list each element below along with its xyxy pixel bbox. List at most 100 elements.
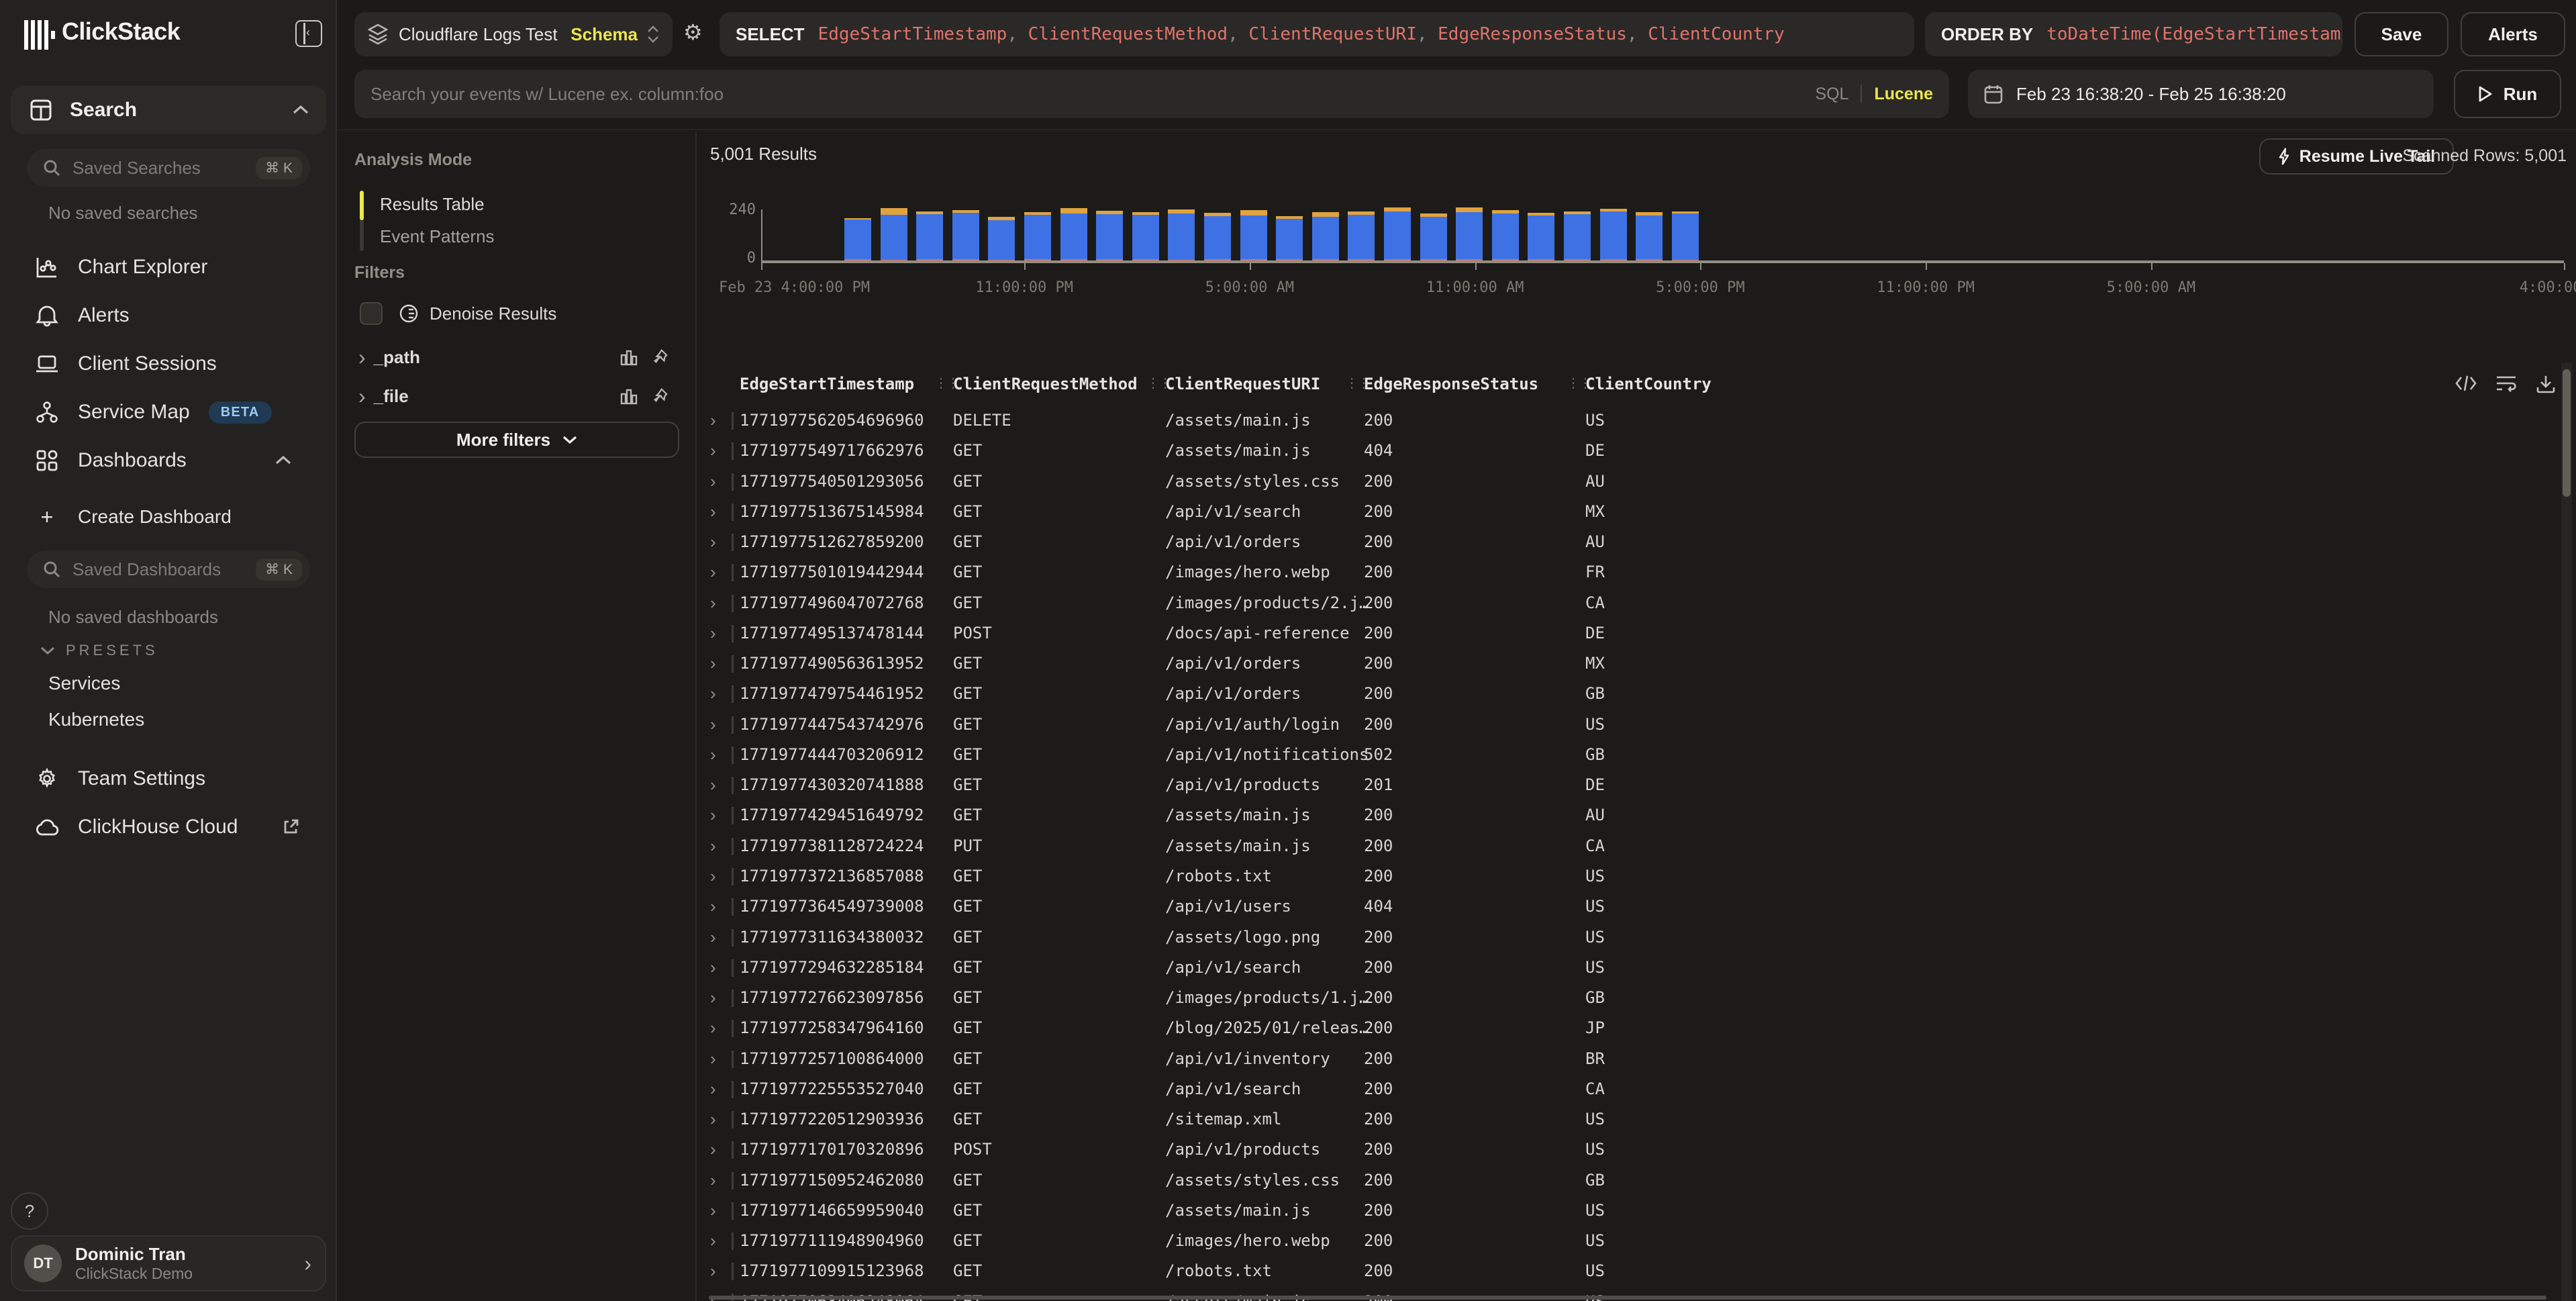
table-row[interactable]: › 1771977490563613952 GET /api/v1/orders…	[697, 650, 2555, 680]
expand-row-icon[interactable]: ›	[710, 867, 716, 885]
expand-row-icon[interactable]: ›	[710, 593, 716, 612]
table-row[interactable]: › 1771977429451649792 GET /assets/main.j…	[697, 802, 2555, 832]
expand-row-icon[interactable]: ›	[710, 836, 716, 855]
source-selector[interactable]: Cloudflare Logs Test Schema	[354, 12, 673, 56]
sql-toggle[interactable]: SQL	[1815, 85, 1848, 104]
expand-row-icon[interactable]: ›	[710, 684, 716, 703]
expand-row-icon[interactable]: ›	[710, 1018, 716, 1037]
table-row[interactable]: › 1771977513675145984 GET /api/v1/search…	[697, 498, 2555, 528]
expand-row-icon[interactable]: ›	[710, 715, 716, 734]
source-settings-gear-icon[interactable]: ⚙	[683, 19, 703, 46]
expand-row-icon[interactable]: ›	[710, 624, 716, 642]
table-row[interactable]: › 1771977225553527040 GET /api/v1/search…	[697, 1075, 2555, 1106]
lucene-toggle[interactable]: Lucene	[1874, 85, 1933, 104]
expand-row-icon[interactable]: ›	[710, 1171, 716, 1190]
expand-row-icon[interactable]: ›	[710, 897, 716, 916]
col-header-method[interactable]: ClientRequestMethod	[953, 375, 1138, 393]
table-row[interactable]: › 1771977496047072768 GET /images/produc…	[697, 589, 2555, 620]
expand-row-icon[interactable]: ›	[710, 1079, 716, 1098]
sidebar-item-alerts[interactable]: Alerts	[0, 295, 337, 336]
expand-row-icon[interactable]: ›	[710, 563, 716, 581]
expand-row-icon[interactable]: ›	[710, 988, 716, 1007]
table-row[interactable]: › 1771977257100864000 GET /api/v1/invent…	[697, 1045, 2555, 1075]
vertical-scrollbar[interactable]	[2561, 363, 2572, 1301]
expand-row-icon[interactable]: ›	[710, 1231, 716, 1250]
user-menu[interactable]: DT Dominic Tran ClickStack Demo ›	[11, 1235, 326, 1292]
table-row[interactable]: › 1771977549717662976 GET /assets/main.j…	[697, 437, 2555, 467]
col-header-uri[interactable]: ClientRequestURI	[1165, 375, 1320, 393]
expand-row-icon[interactable]: ›	[710, 411, 716, 430]
table-row[interactable]: › 1771977111948904960 GET /images/hero.w…	[697, 1227, 2555, 1257]
table-row[interactable]: › 1771977430320741888 GET /api/v1/produc…	[697, 771, 2555, 802]
sidebar-item-service-map[interactable]: Service Map BETA	[0, 392, 337, 432]
table-row[interactable]: › 1771977495137478144 POST /docs/api-ref…	[697, 620, 2555, 650]
expand-row-icon[interactable]: ›	[710, 1201, 716, 1220]
col-header-status[interactable]: EdgeResponseStatus	[1364, 375, 1538, 393]
chevron-up-icon[interactable]	[293, 105, 309, 115]
bar-chart-icon[interactable]	[620, 348, 638, 366]
expand-row-icon[interactable]: ›	[710, 1049, 716, 1068]
table-row[interactable]: › 1771977311634380032 GET /assets/logo.p…	[697, 924, 2555, 954]
more-filters-button[interactable]: More filters	[354, 422, 679, 458]
expand-row-icon[interactable]: ›	[710, 1110, 716, 1128]
pin-icon[interactable]	[652, 387, 670, 405]
table-row[interactable]: › 1771977258347964160 GET /blog/2025/01/…	[697, 1014, 2555, 1045]
table-row[interactable]: › 1771977381128724224 PUT /assets/main.j…	[697, 832, 2555, 863]
expand-row-icon[interactable]: ›	[710, 532, 716, 551]
orderby-clause[interactable]: ORDER BY toDateTime(EdgeStartTimestamp /	[1925, 12, 2342, 56]
table-row[interactable]: › 1771977447543742976 GET /api/v1/auth/l…	[697, 711, 2555, 741]
sidebar-item-search[interactable]: Search	[11, 86, 326, 134]
presets-toggle[interactable]: PRESETS	[40, 642, 158, 659]
table-row[interactable]: › 1771977220512903936 GET /sitemap.xml 2…	[697, 1106, 2555, 1136]
expand-row-icon[interactable]: ›	[710, 958, 716, 977]
filter-field-path[interactable]: › _path	[337, 342, 697, 372]
run-button[interactable]: Run	[2454, 70, 2561, 118]
expand-row-icon[interactable]: ›	[710, 441, 716, 460]
event-search-input[interactable]: Search your events w/ Lucene ex. column:…	[354, 70, 1949, 118]
sidebar-item-team-settings[interactable]: Team Settings	[0, 759, 337, 799]
table-row[interactable]: › 1771977372136857088 GET /robots.txt 20…	[697, 863, 2555, 893]
horizontal-scrollbar[interactable]	[709, 1296, 2546, 1300]
chevron-up-icon[interactable]	[275, 455, 291, 466]
expand-row-icon[interactable]: ›	[710, 1140, 716, 1159]
table-row[interactable]: › 1771977512627859200 GET /api/v1/orders…	[697, 528, 2555, 559]
table-row[interactable]: › 1771977364549739008 GET /api/v1/users …	[697, 893, 2555, 923]
expand-row-icon[interactable]: ›	[710, 654, 716, 673]
expand-row-icon[interactable]: ›	[710, 1261, 716, 1280]
expand-row-icon[interactable]: ›	[710, 745, 716, 764]
mode-event-patterns[interactable]: Event Patterns	[380, 222, 495, 251]
expand-row-icon[interactable]: ›	[710, 806, 716, 824]
expand-row-icon[interactable]: ›	[710, 472, 716, 491]
table-row[interactable]: › 1771977109915123968 GET /robots.txt 20…	[697, 1257, 2555, 1288]
expand-row-icon[interactable]: ›	[710, 928, 716, 947]
collapse-sidebar-icon[interactable]: ‹	[295, 20, 322, 47]
scrollbar-thumb[interactable]	[2563, 369, 2571, 497]
saved-dashboards-input[interactable]: Saved Dashboards ⌘ K	[27, 550, 310, 588]
saved-searches-input[interactable]: Saved Searches ⌘ K	[27, 149, 310, 187]
table-row[interactable]: › 1771977294632285184 GET /api/v1/search…	[697, 954, 2555, 984]
schema-button[interactable]: Schema	[571, 24, 638, 45]
col-header-country[interactable]: ClientCountry	[1585, 375, 1712, 393]
mode-results-table[interactable]: Results Table	[380, 189, 485, 219]
sidebar-item-dashboards[interactable]: Dashboards	[0, 440, 337, 481]
sidebar-item-clickhouse-cloud[interactable]: ClickHouse Cloud	[0, 807, 337, 847]
table-row[interactable]: › 1771977501019442944 GET /images/hero.w…	[697, 559, 2555, 589]
filter-field-file[interactable]: › _file	[337, 381, 697, 411]
table-row[interactable]: › 1771977562054696960 DELETE /assets/mai…	[697, 407, 2555, 437]
select-clause[interactable]: SELECT EdgeStartTimestamp, ClientRequest…	[720, 12, 1914, 56]
expand-row-icon[interactable]: ›	[710, 775, 716, 794]
table-row[interactable]: › 1771977276623097856 GET /images/produc…	[697, 984, 2555, 1014]
alerts-button[interactable]: Alerts	[2461, 12, 2565, 56]
preset-item-kubernetes[interactable]: Kubernetes	[48, 709, 144, 730]
table-row[interactable]: › 1771977170170320896 POST /api/v1/produ…	[697, 1136, 2555, 1166]
table-row[interactable]: › 1771977540501293056 GET /assets/styles…	[697, 468, 2555, 498]
create-dashboard-button[interactable]: + Create Dashboard	[0, 497, 337, 537]
help-button[interactable]: ?	[11, 1192, 48, 1230]
time-range-picker[interactable]: Feb 23 16:38:20 - Feb 25 16:38:20	[1968, 70, 2434, 118]
table-row[interactable]: › 1771977146659959040 GET /assets/main.j…	[697, 1197, 2555, 1227]
save-button[interactable]: Save	[2355, 12, 2448, 56]
sidebar-item-client-sessions[interactable]: Client Sessions	[0, 344, 337, 384]
table-row[interactable]: › 1771977479754461952 GET /api/v1/orders…	[697, 680, 2555, 710]
sidebar-item-chart-explorer[interactable]: Chart Explorer	[0, 247, 337, 287]
preset-item-services[interactable]: Services	[48, 673, 120, 694]
